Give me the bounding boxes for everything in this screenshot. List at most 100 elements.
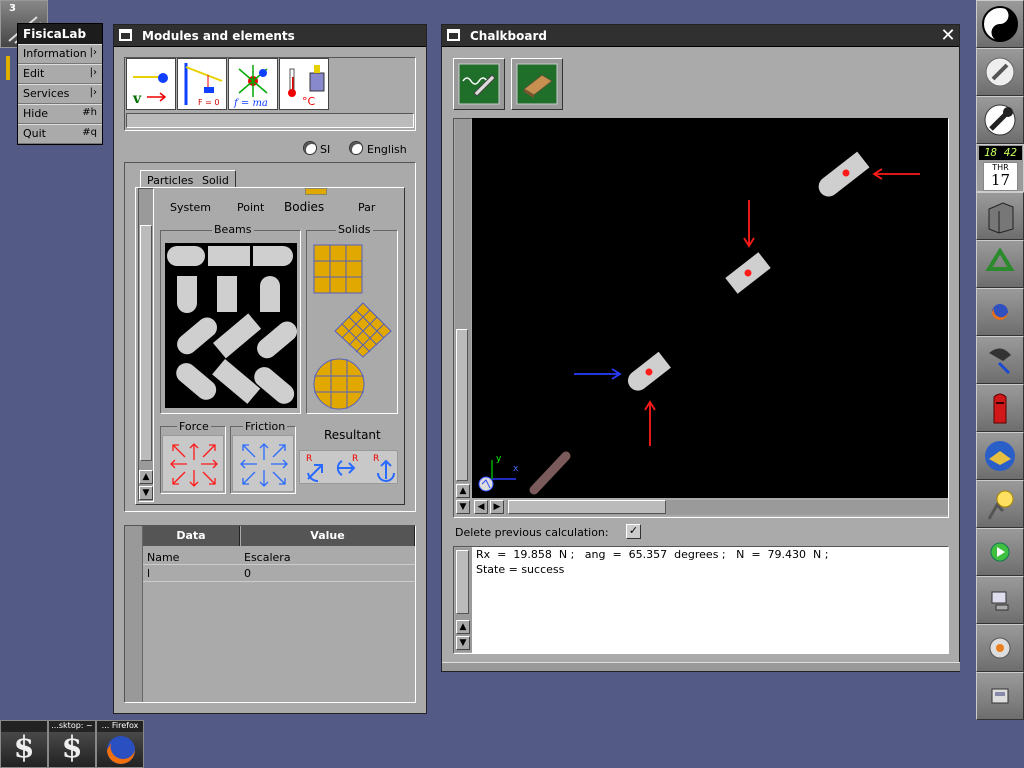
- x-axis-label: x: [513, 464, 519, 474]
- value-column-header[interactable]: Value: [241, 526, 415, 546]
- chalkboard-resize-bar[interactable]: [442, 662, 960, 671]
- statics-icon: F = 0: [184, 63, 223, 107]
- menu-item-quit[interactable]: Quit #q: [18, 124, 102, 144]
- gnustep-icon: [982, 6, 1018, 42]
- modules-titlebar[interactable]: Modules and elements: [114, 25, 426, 47]
- result-line: Rx = 19.858 N ; ang = 65.357 degrees ; N…: [476, 548, 829, 561]
- svg-text:F = 0: F = 0: [198, 98, 219, 107]
- output-scroll-down[interactable]: ▼: [456, 636, 470, 650]
- dock-firefox[interactable]: [976, 288, 1024, 336]
- resultant-palette[interactable]: RRR: [299, 450, 398, 484]
- table-row[interactable]: l 0: [143, 565, 415, 582]
- chalkboard-titlebar[interactable]: Chalkboard ✕: [442, 25, 959, 47]
- dock-ideas[interactable]: [976, 480, 1024, 528]
- postbox-icon: [993, 393, 1007, 424]
- subtab-bodies[interactable]: Bodies: [284, 200, 324, 214]
- force-label: Force: [177, 420, 211, 433]
- menu-item-hide[interactable]: Hide #h: [18, 104, 102, 124]
- force-palette[interactable]: [162, 435, 224, 492]
- state-line: State = success: [476, 563, 565, 576]
- dock-grapher[interactable]: [976, 336, 1024, 384]
- tab-particles[interactable]: Particles: [140, 170, 198, 188]
- chalkboard-scroll-left[interactable]: ◀: [474, 500, 488, 514]
- dock-clock[interactable]: 18 42 THR 17: [976, 144, 1024, 192]
- computer-icon: [991, 591, 1009, 611]
- close-button[interactable]: ✕: [939, 27, 957, 45]
- eraser-button[interactable]: [511, 58, 563, 110]
- chalkboard-scroll-up[interactable]: ▲: [456, 484, 470, 498]
- statics-module-button[interactable]: F = 0: [177, 58, 227, 110]
- force-arrow: [872, 168, 920, 180]
- wrench-icon: [984, 104, 1016, 136]
- chalkboard-canvas[interactable]: y x: [472, 118, 948, 498]
- english-radio[interactable]: [349, 141, 363, 155]
- firefox-small-icon: [992, 304, 1008, 320]
- subtab-system[interactable]: System: [170, 201, 211, 214]
- output-text[interactable]: Rx = 19.858 N ; ang = 65.357 degrees ; N…: [472, 547, 948, 653]
- calorimetry-module-button[interactable]: °C: [279, 58, 329, 110]
- solids-palette[interactable]: [311, 243, 395, 411]
- subtab-point[interactable]: Point: [237, 201, 264, 214]
- chalkboard-title: Chalkboard: [470, 29, 547, 43]
- dock-thunderbird[interactable]: [976, 432, 1024, 480]
- friction-palette[interactable]: [232, 435, 294, 492]
- chalkboard-scroll-right[interactable]: ▶: [490, 500, 504, 514]
- dock-preferences[interactable]: [976, 96, 1024, 144]
- solid-body: [627, 351, 671, 391]
- friction-arrow: [574, 368, 622, 380]
- dock-cd-player[interactable]: [976, 624, 1024, 672]
- chalkboard-hscroll[interactable]: [506, 500, 948, 515]
- task-terminal[interactable]: $: [0, 720, 48, 768]
- dock-mail-box[interactable]: [976, 384, 1024, 432]
- eraser-icon: [516, 63, 558, 105]
- dock-recycler[interactable]: [976, 240, 1024, 288]
- data-table: Data Value Name Escalera l 0: [124, 525, 416, 703]
- module-scrollbar[interactable]: [126, 113, 414, 128]
- thunderbird-icon: [985, 441, 1015, 471]
- miniaturize-button[interactable]: [119, 29, 132, 41]
- workspace-icon: [985, 57, 1015, 87]
- friction-arrows-icon: [240, 443, 288, 487]
- beams-palette[interactable]: [165, 243, 298, 408]
- kinematics-module-button[interactable]: v: [126, 58, 176, 110]
- svg-text:R: R: [352, 454, 358, 464]
- table-row[interactable]: Name Escalera: [143, 548, 415, 565]
- miniaturize-button[interactable]: [447, 29, 460, 41]
- dock-gworkspace[interactable]: [976, 192, 1024, 240]
- si-radio[interactable]: [303, 141, 317, 155]
- data-column-header[interactable]: Data: [143, 526, 240, 546]
- y-axis-label: y: [496, 454, 502, 464]
- dock-media-player[interactable]: [976, 528, 1024, 576]
- data-cell: Name: [147, 551, 180, 564]
- play-icon: [990, 542, 1010, 562]
- dock-gnustep[interactable]: [976, 0, 1024, 48]
- clock-time: 18 42: [979, 146, 1022, 160]
- axes-system: y x: [478, 454, 519, 492]
- menu-title[interactable]: FisicaLab: [18, 24, 102, 44]
- modules-title: Modules and elements: [142, 29, 295, 43]
- subtab-par[interactable]: Par: [358, 201, 375, 214]
- value-cell: Escalera: [244, 551, 291, 564]
- menu-item-information[interactable]: Information |›: [18, 44, 102, 64]
- palette-scroll-up[interactable]: ▲: [139, 470, 153, 484]
- menu-item-services[interactable]: Services |›: [18, 84, 102, 104]
- task-label: ... Firefox: [97, 721, 143, 732]
- chalkboard-vscroll[interactable]: [455, 119, 471, 483]
- delete-previous-label: Delete previous calculation:: [455, 526, 609, 539]
- dock-workspace-manager[interactable]: [976, 48, 1024, 96]
- dynamics-module-button[interactable]: f = ma: [228, 58, 278, 110]
- palette-vscroll[interactable]: [138, 188, 154, 502]
- task-terminal-desktop[interactable]: ...sktop: ~ $: [48, 720, 96, 768]
- dock-network[interactable]: [976, 576, 1024, 624]
- solve-button[interactable]: [453, 58, 505, 110]
- dock-utility[interactable]: [976, 672, 1024, 720]
- delete-previous-checkbox[interactable]: ✓: [626, 524, 641, 539]
- output-scroll-up[interactable]: ▲: [456, 620, 470, 634]
- svg-text:°C: °C: [302, 95, 316, 108]
- task-firefox[interactable]: ... Firefox: [96, 720, 144, 768]
- palette-scroll-down[interactable]: ▼: [139, 486, 153, 500]
- svg-text:f = ma: f = ma: [233, 98, 268, 109]
- menu-item-edit[interactable]: Edit |›: [18, 64, 102, 84]
- chalkboard-scroll-down[interactable]: ▼: [456, 500, 470, 514]
- tab-solid[interactable]: Solid: [196, 170, 236, 188]
